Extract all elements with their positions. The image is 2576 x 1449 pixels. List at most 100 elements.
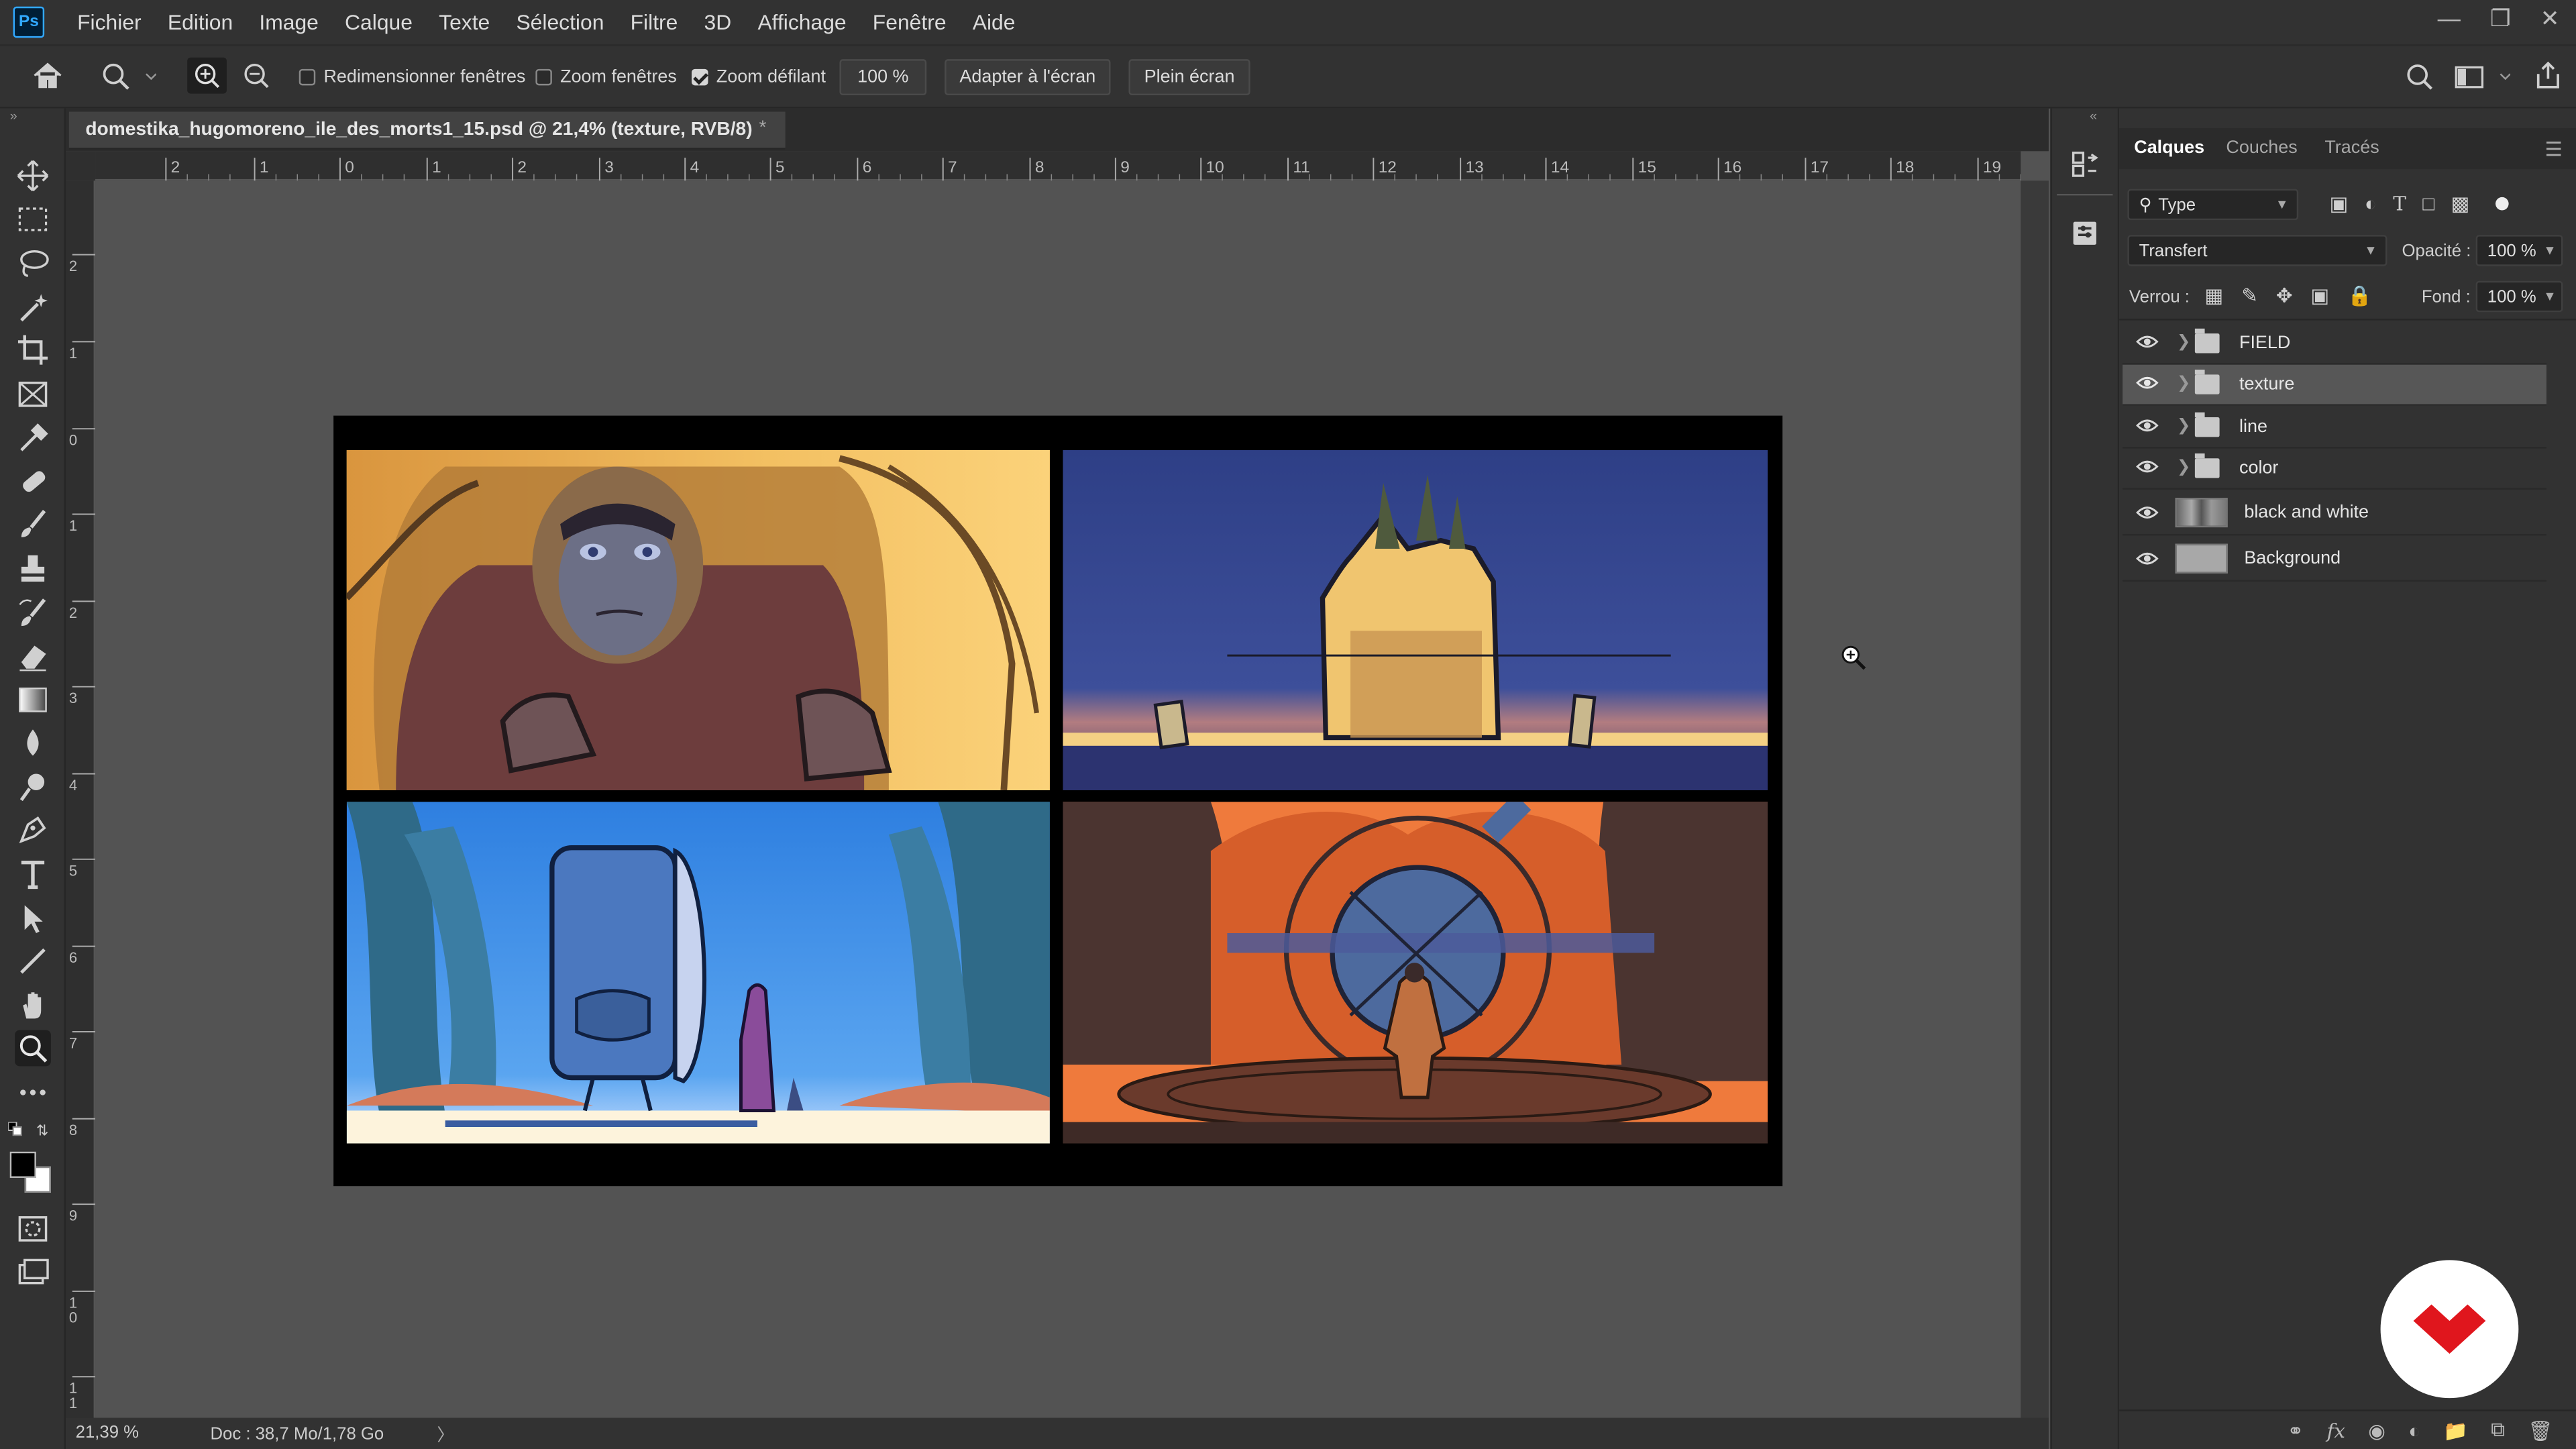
zoom-value-field[interactable]: 100 % bbox=[839, 59, 927, 96]
scrubby-zoom-checkbox[interactable] bbox=[692, 68, 708, 86]
workspace-icon[interactable] bbox=[2455, 64, 2511, 91]
chevron-right-icon[interactable]: ❯ bbox=[2177, 417, 2191, 435]
fill-field[interactable]: 100 % ▼ bbox=[2475, 280, 2563, 313]
layer-row-color[interactable]: ❯ color bbox=[2123, 449, 2546, 490]
new-group-icon[interactable]: 📁 bbox=[2443, 1419, 2468, 1442]
layer-row-line[interactable]: ❯ line bbox=[2123, 407, 2546, 449]
tab-calques[interactable]: Calques bbox=[2134, 138, 2204, 158]
menu-aide[interactable]: Aide bbox=[959, 0, 1028, 44]
menu-calque[interactable]: Calque bbox=[331, 0, 425, 44]
layer-row-texture[interactable]: ❯ texture bbox=[2123, 364, 2546, 406]
horizontal-ruler[interactable]: 2 1 0 1 2 3 4 5 6 7 8 9 10 11 12 13 14 15 16 17 18 19 bbox=[95, 151, 2021, 181]
chevron-right-icon[interactable]: ❯ bbox=[2177, 374, 2191, 392]
menu-3d[interactable]: 3D bbox=[691, 0, 745, 44]
move-tool-icon[interactable] bbox=[15, 158, 51, 194]
more-tools-icon[interactable] bbox=[15, 1075, 51, 1111]
adjustment-layer-icon[interactable]: ◐ bbox=[2408, 1419, 2420, 1442]
line-tool-icon[interactable] bbox=[15, 943, 51, 979]
filter-shape-icon[interactable]: □ bbox=[2422, 193, 2434, 215]
lock-all-icon[interactable]: 🔒 bbox=[2347, 284, 2372, 307]
foreground-color-swatch[interactable] bbox=[9, 1151, 36, 1178]
zoom-level[interactable]: 21,39 % bbox=[76, 1423, 139, 1442]
screen-mode-icon[interactable] bbox=[15, 1255, 51, 1291]
dodge-tool-icon[interactable] bbox=[15, 769, 51, 805]
clone-stamp-tool-icon[interactable] bbox=[15, 550, 51, 586]
share-icon[interactable] bbox=[2533, 61, 2563, 91]
lock-pixels-icon[interactable]: ✎ bbox=[2241, 284, 2258, 307]
filter-smart-object-icon[interactable]: ▩ bbox=[2451, 193, 2470, 215]
layer-style-fx-icon[interactable]: fx bbox=[2326, 1419, 2345, 1442]
menu-image[interactable]: Image bbox=[246, 0, 332, 44]
tab-traces[interactable]: Tracés bbox=[2324, 138, 2379, 158]
frame-tool-icon[interactable] bbox=[15, 376, 51, 413]
type-tool-icon[interactable] bbox=[15, 856, 51, 892]
zoom-windows-option[interactable]: Zoom fenêtres bbox=[535, 67, 677, 87]
menu-fichier[interactable]: Fichier bbox=[64, 0, 155, 44]
eye-icon[interactable] bbox=[2136, 374, 2159, 396]
menu-selection[interactable]: Sélection bbox=[503, 0, 617, 44]
hand-tool-icon[interactable] bbox=[15, 987, 51, 1024]
brush-tool-icon[interactable] bbox=[15, 506, 51, 542]
eye-icon[interactable] bbox=[2136, 504, 2159, 526]
history-brush-tool-icon[interactable] bbox=[15, 595, 51, 631]
lock-transparency-icon[interactable]: ▦ bbox=[2205, 284, 2224, 307]
document-canvas[interactable] bbox=[333, 415, 1783, 1187]
document-tab[interactable]: domestika_hugomoreno_ile_des_morts1_15.p… bbox=[68, 111, 786, 150]
blur-tool-icon[interactable] bbox=[15, 724, 51, 761]
minimize-icon[interactable]: — bbox=[2438, 5, 2461, 31]
zoom-tool-icon[interactable] bbox=[15, 1030, 51, 1067]
eye-icon[interactable] bbox=[2136, 458, 2159, 480]
tab-couches[interactable]: Couches bbox=[2226, 138, 2297, 158]
zoom-in-icon[interactable] bbox=[187, 57, 227, 94]
resize-windows-checkbox[interactable] bbox=[299, 68, 316, 86]
healing-brush-tool-icon[interactable] bbox=[15, 464, 51, 500]
eye-icon[interactable] bbox=[2136, 550, 2159, 572]
delete-layer-icon[interactable]: 🗑 bbox=[2528, 1419, 2553, 1442]
eraser-tool-icon[interactable] bbox=[15, 637, 51, 674]
collapse-panels-left-icon[interactable]: « bbox=[2090, 109, 2097, 123]
zoom-out-icon[interactable] bbox=[237, 58, 276, 94]
layer-row-black-and-white[interactable]: black and white bbox=[2123, 491, 2546, 536]
filter-toggle-icon[interactable] bbox=[2496, 197, 2510, 211]
magic-wand-tool-icon[interactable] bbox=[15, 289, 51, 325]
filter-pixel-icon[interactable]: ▣ bbox=[2330, 193, 2349, 215]
link-layers-icon[interactable]: ⚭ bbox=[2288, 1419, 2304, 1442]
menu-fenetre[interactable]: Fenêtre bbox=[859, 0, 959, 44]
eyedropper-tool-icon[interactable] bbox=[15, 419, 51, 455]
lock-position-icon[interactable]: ✥ bbox=[2276, 284, 2293, 307]
add-mask-icon[interactable]: ◉ bbox=[2368, 1419, 2385, 1442]
eye-icon[interactable] bbox=[2136, 333, 2159, 355]
zoom-windows-checkbox[interactable] bbox=[535, 68, 552, 86]
zoom-tool-preset-icon[interactable] bbox=[100, 61, 157, 91]
layer-filter-type-select[interactable]: ⚲ Type ▼ bbox=[2127, 189, 2299, 221]
filter-type-icon[interactable]: T bbox=[2393, 193, 2406, 215]
vertical-ruler[interactable]: 2101234567891011 bbox=[65, 180, 96, 1418]
lock-artboard-icon[interactable]: ▣ bbox=[2310, 284, 2329, 307]
document-tab-close-icon[interactable]: * bbox=[759, 118, 766, 138]
resize-windows-option[interactable]: Redimensionner fenêtres bbox=[299, 67, 525, 87]
opacity-field[interactable]: 100 % ▼ bbox=[2475, 235, 2563, 266]
swap-colors-icon[interactable]: ⇅ bbox=[36, 1122, 52, 1138]
default-colors-icon[interactable] bbox=[7, 1121, 23, 1137]
filter-adjustment-icon[interactable]: ◐ bbox=[2365, 193, 2377, 215]
ruler-origin[interactable] bbox=[65, 151, 96, 181]
chevron-right-icon[interactable]: ❯ bbox=[2177, 458, 2191, 476]
menu-texte[interactable]: Texte bbox=[426, 0, 503, 44]
full-screen-button[interactable]: Plein écran bbox=[1128, 59, 1250, 96]
panel-menu-icon[interactable]: ☰ bbox=[2545, 138, 2563, 161]
marquee-tool-icon[interactable] bbox=[15, 202, 51, 238]
path-selection-tool-icon[interactable] bbox=[15, 900, 51, 936]
history-panel-icon[interactable] bbox=[2068, 148, 2101, 180]
layer-row-background[interactable]: Background bbox=[2123, 537, 2546, 582]
status-menu-arrow[interactable]: 〉 bbox=[437, 1423, 454, 1448]
menu-affichage[interactable]: Affichage bbox=[745, 0, 859, 44]
collapse-toolbar-icon[interactable]: » bbox=[10, 109, 26, 123]
new-layer-icon[interactable]: ⧉ bbox=[2491, 1417, 2505, 1442]
menu-filtre[interactable]: Filtre bbox=[617, 0, 691, 44]
fit-screen-button[interactable]: Adapter à l'écran bbox=[945, 59, 1111, 96]
properties-panel-icon[interactable] bbox=[2068, 217, 2101, 250]
search-icon[interactable] bbox=[2405, 62, 2434, 92]
menu-edition[interactable]: Edition bbox=[154, 0, 246, 44]
gradient-tool-icon[interactable] bbox=[15, 682, 51, 718]
lasso-tool-icon[interactable] bbox=[15, 245, 51, 281]
